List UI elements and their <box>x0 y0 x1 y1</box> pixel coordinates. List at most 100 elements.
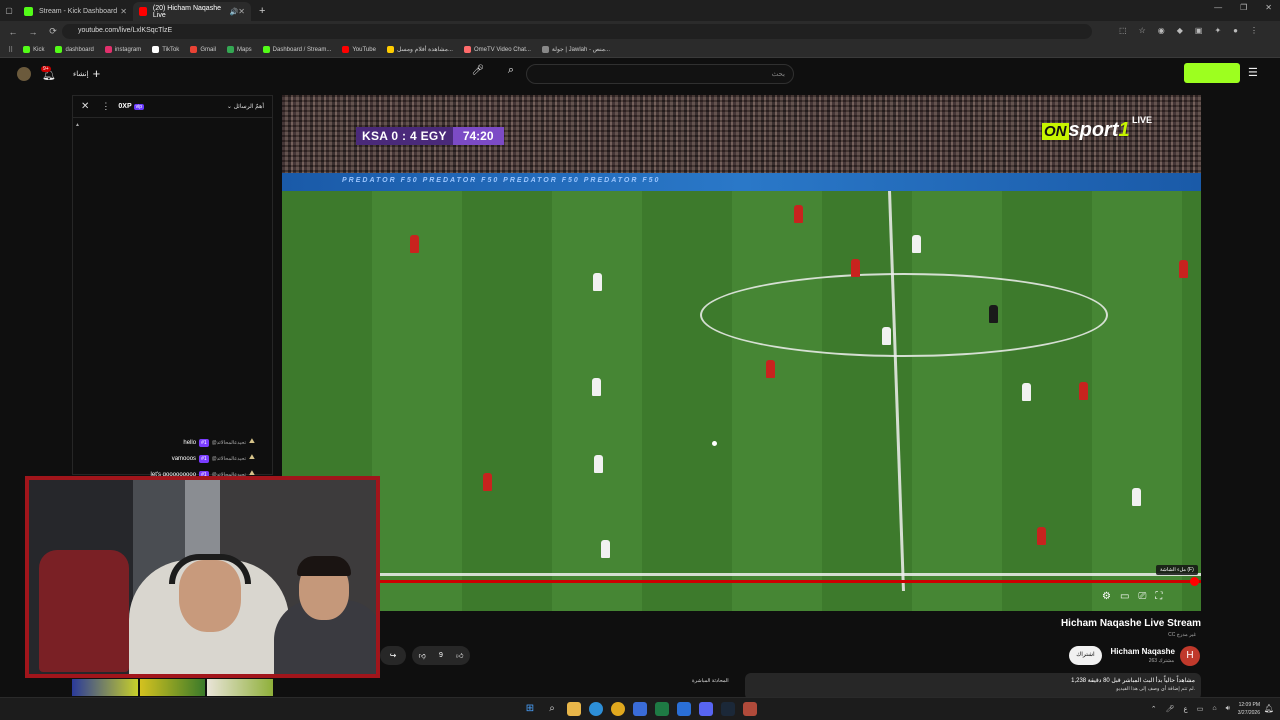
display-icon[interactable]: ▭ <box>1197 705 1204 713</box>
video-player[interactable]: PREDATOR F50 PREDATOR F50 PREDATOR F50 P… <box>282 95 1201 611</box>
cast-icon[interactable]: ⎚ <box>1138 591 1146 602</box>
close-window-icon[interactable]: ✕ <box>1265 3 1272 12</box>
close-tab-icon[interactable]: ✕ <box>120 7 127 16</box>
bookmark-maps[interactable]: Maps <box>226 46 252 53</box>
bookmark-dashboard-stream[interactable]: Dashboard / Stream... <box>262 46 331 53</box>
like-icon[interactable]: 👍︎ <box>456 651 463 660</box>
windows-start-icon[interactable]: ⊞ <box>523 702 537 716</box>
subtitles-icon[interactable]: ▭ <box>1120 591 1129 602</box>
search-icon[interactable]: ⌕ <box>545 702 559 716</box>
tab-youtube-live[interactable]: (20) Hicham Naqashe Live 🔊 ✕ <box>133 2 251 21</box>
like-dislike-group: 👎︎ 9 👍︎ <box>412 646 470 665</box>
bookmark-kick[interactable]: Kick <box>23 46 44 53</box>
minimize-icon[interactable]: — <box>1214 3 1222 12</box>
bookmark-label: dashboard <box>65 46 94 53</box>
bookmark-label: TikTok <box>162 46 180 53</box>
subscribe-button[interactable]: اشتراك <box>1069 646 1102 665</box>
username[interactable]: @تحيدعالمحالائد <box>212 440 246 446</box>
bookmark-star-icon[interactable]: ☆ <box>1139 26 1146 35</box>
forward-icon[interactable]: → <box>26 27 40 37</box>
bookmark-instagram[interactable]: instagram <box>104 46 142 53</box>
install-icon[interactable]: ⬚ <box>1119 26 1127 35</box>
search-icon[interactable]: ⌕ <box>500 64 522 84</box>
progress-scrubber[interactable] <box>1190 577 1199 586</box>
bookmark-jawlah[interactable]: جولة | Jawlah - منص... <box>541 46 610 53</box>
video-visibility: CC غير مدرج <box>1168 632 1196 638</box>
channel-name[interactable]: Hicham Naqashe <box>1111 647 1175 656</box>
channel-avatar[interactable]: H <box>1180 646 1200 666</box>
hamburger-menu-icon[interactable]: ☰ <box>1248 66 1258 79</box>
speaker-icon[interactable]: 🔊 <box>230 8 239 16</box>
close-tab-icon[interactable]: ✕ <box>238 7 245 16</box>
puzzle-icon[interactable]: ✦ <box>1214 26 1221 35</box>
account-avatar[interactable] <box>17 67 31 81</box>
extension-icon[interactable]: ◆ <box>1177 26 1183 35</box>
profile-icon[interactable]: ● <box>1233 26 1238 35</box>
live-label: LIVE <box>1132 115 1153 125</box>
file-explorer-icon[interactable] <box>567 702 581 716</box>
chrome-icon[interactable] <box>611 702 625 716</box>
back-icon[interactable]: ← <box>6 27 20 37</box>
more-options-icon[interactable]: ⋮ <box>101 101 110 112</box>
network-icon[interactable]: ⌂ <box>1212 705 1216 713</box>
gmail-icon <box>190 46 198 53</box>
discord-icon[interactable] <box>699 702 713 716</box>
date: 3/27/2026 <box>1237 710 1260 716</box>
extension-icon[interactable]: ◉ <box>1158 26 1165 35</box>
outlook-icon[interactable] <box>677 702 691 716</box>
thumbnail[interactable] <box>207 679 274 696</box>
address-bar-row: ← → ⟳ youtube.com/live/LxlKSqcTlzE ⬚ ☆ ◉… <box>0 21 1280 42</box>
maximize-icon[interactable]: ❐ <box>1240 3 1247 12</box>
bookmark-movies[interactable]: مشاهدة أفلام ومسل... <box>386 46 453 53</box>
chevron-up-icon[interactable]: ⌃ <box>1151 705 1157 713</box>
bookmark-tiktok[interactable]: TikTok <box>152 46 179 53</box>
tiktok-icon <box>152 46 160 53</box>
bookmark-gmail[interactable]: Gmail <box>190 46 216 53</box>
bookmarks-bar: ⠿ Kick dashboard instagram TikTok Gmail … <box>0 42 1280 58</box>
search-input[interactable]: بحث <box>526 64 794 84</box>
bookmark-ometv[interactable]: OmeTV Video Chat... <box>463 46 531 53</box>
thumbnail[interactable] <box>72 679 138 696</box>
browser-menu-icon[interactable]: ▢ <box>0 6 18 15</box>
bookmark-youtube[interactable]: YouTube <box>342 46 376 53</box>
steam-icon[interactable] <box>721 702 735 716</box>
notification-bell-icon[interactable]: 🔔︎ <box>1264 704 1274 713</box>
fullscreen-icon[interactable]: ⛶ <box>1155 591 1162 602</box>
player-white <box>882 327 891 345</box>
top-messages-dropdown[interactable]: ⌄ أهمّ الرسائل <box>227 103 264 110</box>
description-box[interactable]: 1,238 مشاهداً حالياً بدأ البث المباشر قب… <box>745 673 1201 700</box>
microphone-icon[interactable]: 🎤︎ <box>470 65 486 81</box>
scroll-up-icon[interactable]: ▲ <box>75 122 80 128</box>
language-indicator[interactable]: ع <box>1184 705 1188 713</box>
instagram-icon <box>104 46 112 53</box>
advertising-board: PREDATOR F50 PREDATOR F50 PREDATOR F50 P… <box>282 173 1201 191</box>
dislike-icon[interactable]: 👎︎ <box>419 651 426 660</box>
microphone-icon[interactable]: 🎤︎ <box>1166 705 1175 713</box>
create-button[interactable]: إنشاء + <box>73 66 100 81</box>
excel-icon[interactable] <box>655 702 669 716</box>
share-button[interactable]: ↪ <box>380 646 406 665</box>
store-icon[interactable] <box>633 702 647 716</box>
youtube-logo[interactable] <box>1184 63 1240 83</box>
close-icon[interactable]: ✕ <box>81 101 89 112</box>
app-icon[interactable] <box>743 702 757 716</box>
progress-bar[interactable] <box>282 580 1201 583</box>
rank-badge: #1 <box>199 454 209 463</box>
edge-icon[interactable] <box>589 702 603 716</box>
more-icon[interactable]: ⋮ <box>1250 26 1258 35</box>
settings-gear-icon[interactable]: ⚙ <box>1102 591 1111 602</box>
volume-icon[interactable]: 🔊︎ <box>1226 705 1230 713</box>
thumbnail[interactable] <box>139 679 206 696</box>
tab-label: Stream - Kick Dashboard <box>39 8 118 15</box>
bookmark-label: instagram <box>114 46 142 53</box>
tab-kick-dashboard[interactable]: Stream - Kick Dashboard ✕ <box>18 2 133 21</box>
bookmark-dashboard[interactable]: dashboard <box>55 46 94 53</box>
clock[interactable]: 12:09 PM 3/27/2026 <box>1238 701 1260 717</box>
url-field[interactable]: youtube.com/live/LxlKSqcTlzE <box>62 24 1092 39</box>
apps-icon[interactable]: ⠿ <box>8 46 13 54</box>
username[interactable]: @تحيدعالمحالائد <box>212 456 246 462</box>
reload-icon[interactable]: ⟳ <box>46 26 60 37</box>
new-tab-button[interactable]: + <box>259 5 265 17</box>
extension-icon[interactable]: ▣ <box>1195 26 1203 35</box>
logo-number: 1 <box>1118 119 1130 141</box>
